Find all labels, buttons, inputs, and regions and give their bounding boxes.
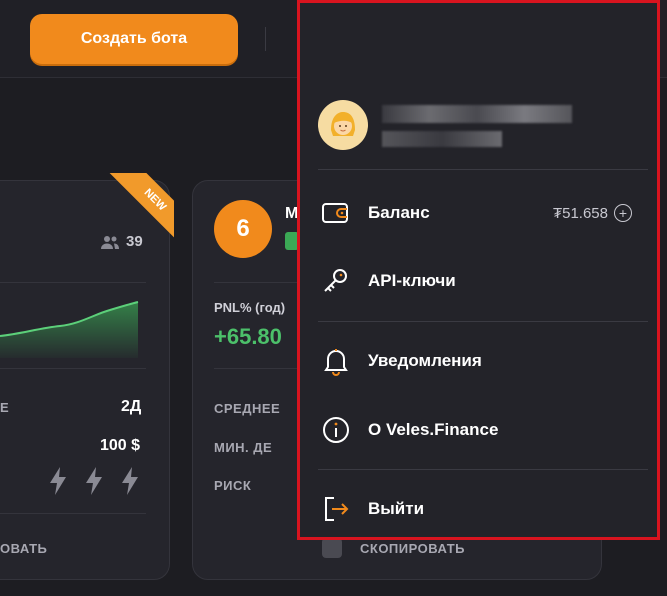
menu-item-label: Баланс: [368, 203, 430, 222]
menu-item-about[interactable]: О Veles.Finance: [318, 408, 648, 452]
divider: [0, 282, 146, 283]
row-value: 100 $: [100, 437, 141, 454]
divider: [214, 282, 304, 283]
logout-icon: [318, 491, 354, 527]
copy-icon: [322, 538, 342, 558]
rank-badge: 6: [214, 200, 272, 258]
balance-value: ₮51.658: [552, 204, 608, 222]
menu-item-label: Выйти: [368, 499, 425, 518]
stat-label: РИСК: [214, 478, 252, 493]
info-icon: [318, 412, 354, 448]
user-id-redacted: [382, 131, 502, 147]
topbar-divider: [265, 27, 266, 51]
copy-button[interactable]: СКОПИРОВАТЬ: [360, 541, 465, 556]
stat-label: МИН. ДЕ: [214, 440, 273, 455]
key-icon: [318, 263, 354, 299]
menu-item-balance[interactable]: Баланс ₮51.658 +: [318, 191, 648, 235]
menu-item-logout[interactable]: Выйти: [318, 487, 648, 531]
users-icon: [101, 235, 119, 249]
followers-value: 39: [126, 233, 143, 250]
mini-chart: [0, 301, 139, 358]
username-redacted: [382, 105, 572, 123]
user-avatar-icon: [331, 112, 355, 136]
stat-label: СРЕДНЕЕ: [214, 401, 281, 416]
divider: [0, 513, 146, 514]
pnl-label: PNL% (год): [214, 300, 286, 315]
risk-icons: [46, 465, 142, 497]
menu-item-label: Уведомления: [368, 351, 482, 370]
lightning-icon: [86, 467, 102, 495]
menu-item-api-keys[interactable]: API-ключи: [318, 259, 648, 303]
create-bot-button[interactable]: Создать бота: [30, 14, 238, 64]
profile-dropdown: Баланс ₮51.658 + API-ключи Уведомления О…: [297, 0, 660, 540]
menu-item-label: API-ключи: [368, 271, 456, 290]
copy-button[interactable]: ОВАТЬ: [0, 541, 47, 556]
divider: [0, 368, 146, 369]
dropdown-divider: [318, 169, 648, 170]
bell-icon: [318, 343, 354, 379]
menu-item-notifications[interactable]: Уведомления: [318, 339, 648, 383]
menu-item-label: О Veles.Finance: [368, 420, 499, 439]
row-value: 2Д: [121, 398, 142, 415]
wallet-icon: [318, 195, 354, 231]
lightning-icon: [50, 467, 66, 495]
dropdown-divider: [318, 321, 648, 322]
followers-count: 39: [100, 233, 143, 250]
pnl-value: +65.80: [214, 324, 282, 349]
add-balance-icon[interactable]: +: [614, 204, 632, 222]
dropdown-divider: [318, 469, 648, 470]
row-label: Е: [0, 400, 10, 415]
avatar[interactable]: [318, 100, 368, 150]
balance-amount: ₮51.658 +: [553, 204, 632, 222]
lightning-icon: [122, 467, 138, 495]
divider: [214, 368, 304, 369]
